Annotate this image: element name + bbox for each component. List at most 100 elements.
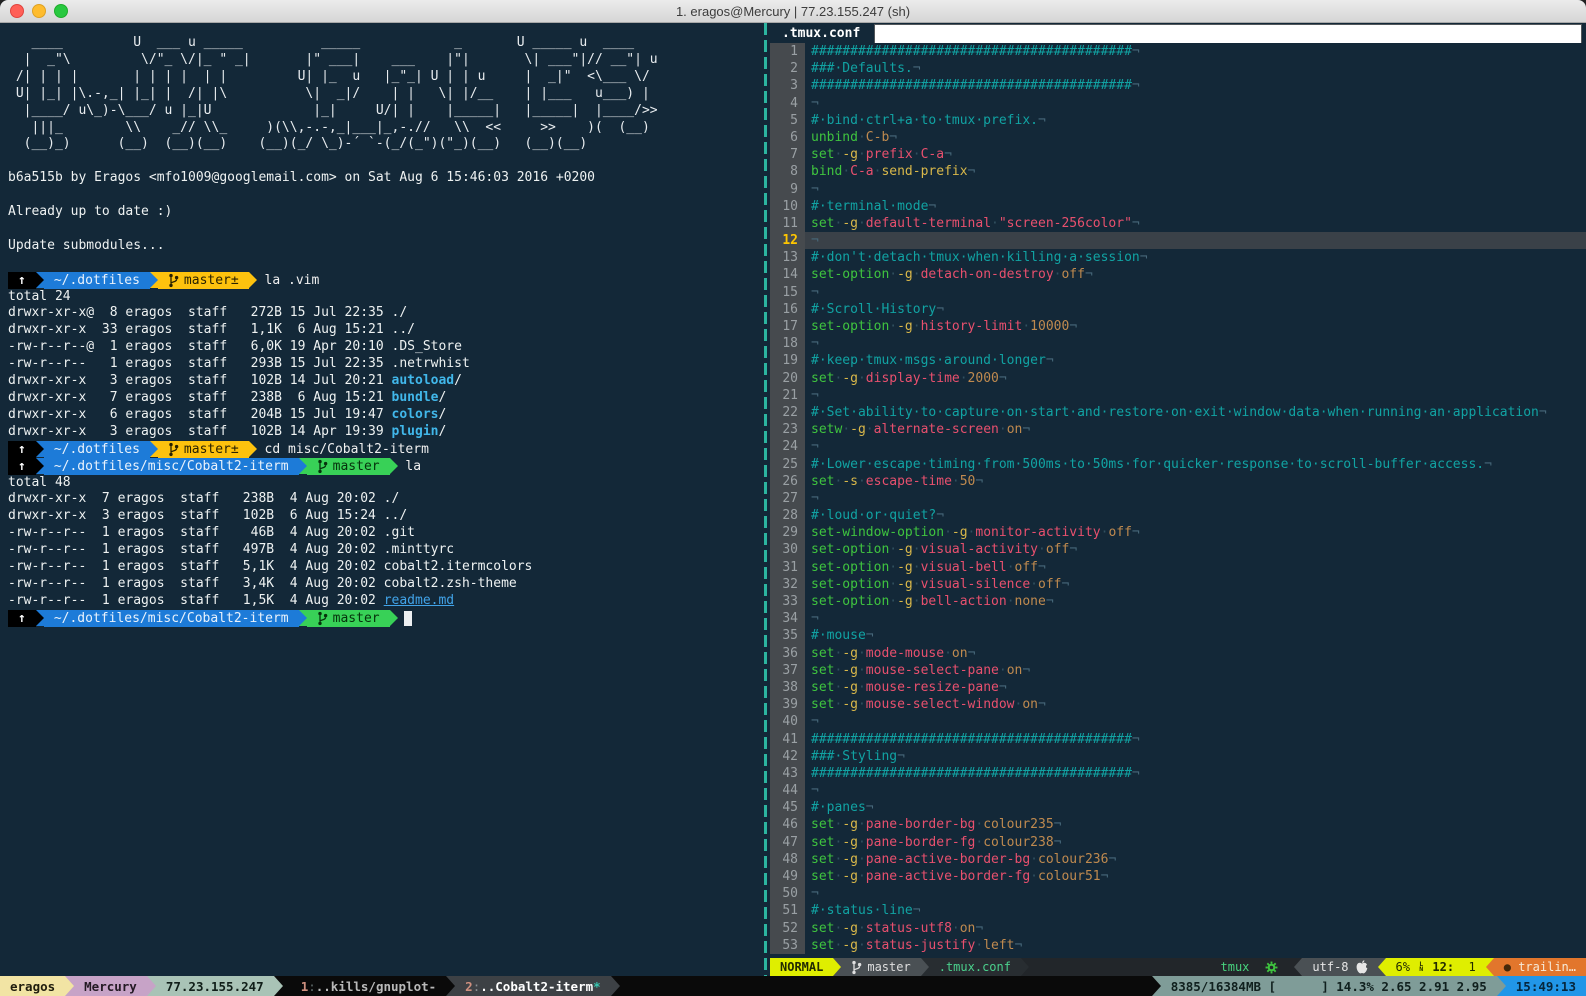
- vim-pane[interactable]: .tmux.conf 1############################…: [770, 23, 1586, 976]
- code-text: #·don't·detach·tmux·when·killing·a·sessi…: [805, 249, 1586, 266]
- tmux-hostname: Mercury: [74, 976, 147, 996]
- segment-label: :: [473, 979, 481, 994]
- text-token: ¬: [1038, 113, 1046, 128]
- text-token: ¬: [1054, 835, 1062, 850]
- tmux-pane-border[interactable]: [764, 23, 767, 976]
- vim-line-8: 8bind·C-a·send-prefix¬: [770, 163, 1586, 180]
- vim-line-34: 34¬: [770, 610, 1586, 627]
- terminal-line: drwxr-xr-x 3 eragos staff 102B 14 Jul 20…: [8, 373, 772, 390]
- segment-label: ..Cobalt2-iterm: [480, 979, 593, 994]
- git-branch-icon: [317, 459, 328, 474]
- vim-line-16: 16#·Scroll·History¬: [770, 301, 1586, 318]
- text-token: -rw-r--r-- 1 eragos staff 497B 4 Aug 20:…: [8, 542, 454, 557]
- text-token: set: [811, 216, 834, 231]
- text-token: -rw-r--r-- 1 eragos staff 3,4K 4 Aug 20:…: [8, 576, 517, 591]
- line-number: 45: [770, 799, 805, 816]
- code-text: #·mouse¬: [805, 627, 1586, 644]
- code-text: ########################################…: [805, 43, 1586, 60]
- code-text: unbind·C-b¬: [805, 129, 1586, 146]
- text-token: set: [811, 680, 834, 695]
- text-token: /: [438, 424, 446, 439]
- powerline-arrow-icon: [150, 441, 158, 457]
- text-token: #·bind·ctrl+a·to·tmux·prefix.: [811, 113, 1038, 128]
- text-token: 50: [960, 474, 976, 489]
- zoom-button[interactable]: [54, 4, 68, 18]
- ls-output-2: drwxr-xr-x 7 eragos staff 238B 4 Aug 20:…: [8, 491, 772, 609]
- text-token: "screen-256color": [999, 216, 1132, 231]
- terminal[interactable]: ____ U ___ u _____ _____ _ U _____ u ___…: [0, 23, 1586, 996]
- gap: [620, 976, 1152, 996]
- text-token: ·: [858, 921, 866, 936]
- text-token: ¬: [1132, 525, 1140, 540]
- text-token: ¬: [897, 749, 905, 764]
- text-token: ¬: [1539, 405, 1547, 420]
- tmux-session-user: eragos: [0, 976, 65, 996]
- line-number: 41: [770, 731, 805, 748]
- text-token: ¬: [1069, 319, 1077, 334]
- line-number: 43: [770, 765, 805, 782]
- text-token: status-justify: [866, 938, 976, 953]
- shell-pane[interactable]: ____ U ___ u _____ _____ _ U _____ u ___…: [0, 23, 772, 976]
- segment-label: 12:: [1432, 960, 1454, 974]
- prompt-arrow-segment: ↑: [8, 458, 36, 475]
- shell-prompt-3: ↑~/.dotfiles/misc/Cobalt2-itermmaster la: [8, 458, 772, 475]
- text-token: ·: [960, 371, 968, 386]
- vim-buffer[interactable]: 1#######################################…: [770, 43, 1586, 958]
- text-token: ¬: [811, 388, 819, 403]
- vim-line-29: 29set-window-option·-g·monitor-activity·…: [770, 524, 1586, 541]
- line-number: 3: [770, 77, 805, 94]
- text-token: ¬: [975, 474, 983, 489]
- text-token: ·: [1022, 319, 1030, 334]
- powerline-arrow-icon: [446, 976, 455, 996]
- segment-label: .tmux.conf: [939, 960, 1011, 974]
- segment-label: ~/.dotfiles/misc/Cobalt2-iterm: [54, 459, 289, 474]
- text-token: left: [983, 938, 1014, 953]
- text-token: #·Scroll·History: [811, 302, 936, 317]
- iterm-window: 1. eragos@Mercury | 77.23.155.247 (sh) _…: [0, 0, 1586, 996]
- terminal-line: -rw-r--r-- 1 eragos staff 1,5K 4 Aug 20:…: [8, 593, 772, 610]
- code-text: set·-g·prefix·C-a¬: [805, 146, 1586, 163]
- text-token: ·: [944, 525, 952, 540]
- tmux-indicator: tmux: [1211, 958, 1260, 976]
- text-token: send-prefix: [881, 164, 967, 179]
- code-text: set·-s·escape-time·50¬: [805, 473, 1586, 490]
- code-text: set-option·-g·visual-bell·off¬: [805, 559, 1586, 576]
- text-token: ·: [1038, 542, 1046, 557]
- tmux-window-1[interactable]: 1:..kills/gnuplot-: [291, 976, 446, 996]
- text-token: ########################################…: [811, 44, 1132, 59]
- code-text: ¬: [805, 232, 1586, 249]
- text-token: pane-border-bg: [866, 817, 976, 832]
- text-token: -g: [842, 869, 858, 884]
- text-token: ¬: [866, 628, 874, 643]
- text-token: ·: [858, 216, 866, 231]
- segment-label: ~/.dotfiles/misc/Cobalt2-iterm: [54, 611, 289, 626]
- vim-line-24: 24¬: [770, 438, 1586, 455]
- text-token: -rw-r--r-- 1 eragos staff 293B 15 Jul 22…: [8, 356, 470, 371]
- line-number: 6: [770, 129, 805, 146]
- text-token: ·: [913, 319, 921, 334]
- code-text: set-window-option·-g·monitor-activity·of…: [805, 524, 1586, 541]
- line-number: 53: [770, 937, 805, 954]
- line-number: 23: [770, 421, 805, 438]
- minimize-button[interactable]: [32, 4, 46, 18]
- powerline-arrow-icon: [611, 976, 620, 996]
- powerline-arrow-icon: [299, 458, 307, 474]
- text-token: -rw-r--r-- 1 eragos staff 46B 4 Aug 20:0…: [8, 525, 415, 540]
- text-token: ·: [889, 319, 897, 334]
- close-button[interactable]: [10, 4, 24, 18]
- segment-label: tmux: [1221, 960, 1250, 974]
- title-bar[interactable]: 1. eragos@Mercury | 77.23.155.247 (sh): [0, 0, 1586, 23]
- code-text: set·-g·default-terminal·"screen-256color…: [805, 215, 1586, 232]
- line-number: 30: [770, 541, 805, 558]
- text-token: set: [811, 371, 834, 386]
- text-token: 10000: [1030, 319, 1069, 334]
- vim-tab-tmux-conf[interactable]: .tmux.conf: [770, 23, 874, 43]
- text-token: ¬: [811, 491, 819, 506]
- code-text: ¬: [805, 782, 1586, 799]
- segment-label: eragos: [10, 979, 55, 994]
- tmux-window-2-active[interactable]: 2:..Cobalt2-iterm*: [455, 976, 610, 996]
- text-token: default-terminal: [866, 216, 991, 231]
- line-number-icon: LN: [1419, 962, 1423, 973]
- text-token: #·mouse: [811, 628, 866, 643]
- text-token: ·: [858, 817, 866, 832]
